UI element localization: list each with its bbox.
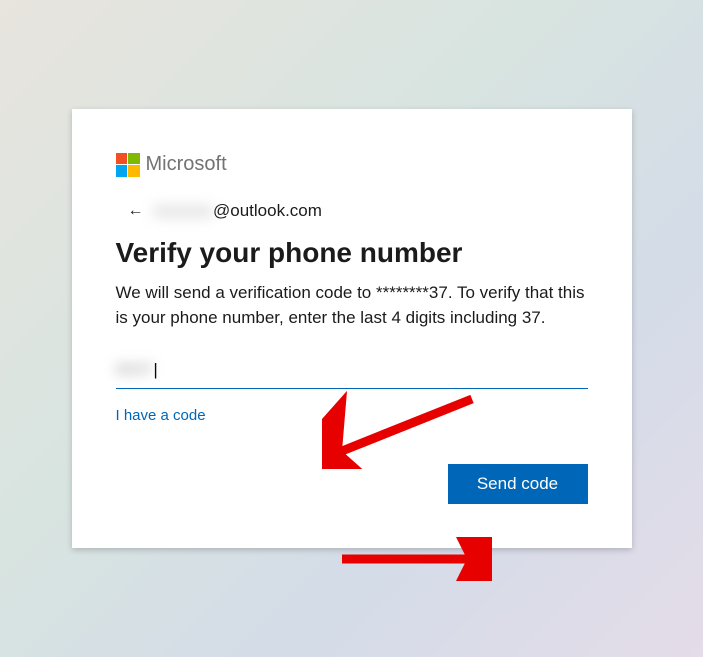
have-code-link[interactable]: I have a code (116, 407, 206, 424)
brand-name: Microsoft (146, 153, 227, 176)
brand-row: Microsoft (116, 153, 588, 177)
page-title: Verify your phone number (116, 237, 588, 269)
instruction-text: We will send a verification code to ****… (116, 281, 588, 330)
email-masked-part: xxxxxxx (154, 201, 214, 221)
phone-digits-input-wrapper[interactable]: 0037| (116, 354, 588, 389)
verify-dialog: Microsoft ← xxxxxxx@outlook.com Verify y… (72, 109, 632, 548)
account-email: xxxxxxx@outlook.com (154, 201, 322, 221)
identity-row: ← xxxxxxx@outlook.com (128, 201, 588, 221)
annotation-arrow-input-icon (322, 389, 482, 469)
microsoft-logo-icon (116, 153, 140, 177)
actions-row: Send code (116, 464, 588, 504)
back-arrow-icon[interactable]: ← (128, 202, 144, 220)
phone-digits-input[interactable]: 0037| (116, 360, 588, 380)
email-domain: @outlook.com (213, 201, 322, 220)
annotation-arrow-button-icon (332, 537, 492, 581)
send-code-button[interactable]: Send code (448, 464, 588, 504)
